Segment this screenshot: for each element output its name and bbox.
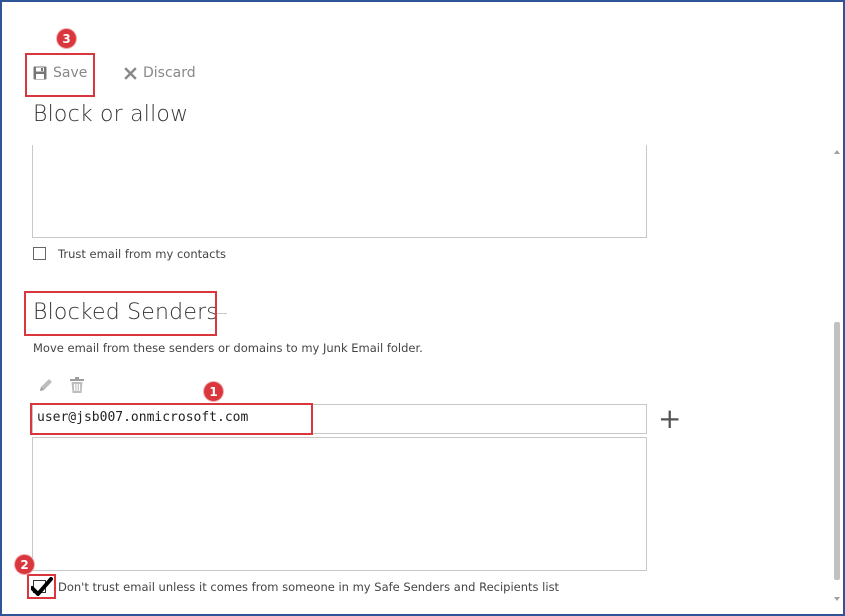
blocked-senders-list[interactable] — [32, 437, 647, 571]
add-blocked-sender-button[interactable]: + — [658, 404, 681, 434]
edit-button[interactable] — [38, 377, 54, 397]
plus-icon: + — [658, 402, 682, 435]
discard-button[interactable]: Discard — [124, 65, 196, 81]
dont-trust-label: Don't trust email unless it comes from s… — [58, 580, 560, 594]
pencil-icon — [40, 379, 52, 391]
blocked-sender-input-value: user@jsb007.onmicrosoft.com — [37, 410, 249, 425]
discard-label: Discard — [143, 65, 196, 81]
annotation-badge-1: 1 — [204, 382, 223, 401]
delete-button[interactable] — [70, 377, 84, 397]
save-label: Save — [53, 65, 88, 81]
save-button[interactable]: Save — [33, 65, 87, 81]
close-icon — [124, 66, 137, 80]
blocked-sender-input[interactable]: user@jsb007.onmicrosoft.com — [32, 404, 647, 434]
blocked-senders-heading: Blocked Senders — [33, 300, 218, 325]
blocked-senders-description: Move email from these senders or domains… — [33, 341, 423, 355]
dont-trust-checkbox[interactable] — [31, 577, 53, 596]
block-or-allow-heading: Block or allow — [33, 102, 189, 127]
scrollbar-thumb[interactable] — [834, 322, 840, 580]
save-icon — [33, 66, 47, 80]
checkmark-icon — [31, 577, 53, 596]
trust-contacts-checkbox[interactable] — [33, 247, 46, 260]
scrollbar-track[interactable] — [833, 145, 841, 585]
scroll-down-icon[interactable] — [834, 596, 840, 602]
safe-senders-list[interactable] — [32, 145, 647, 238]
annotation-badge-3: 3 — [57, 29, 76, 48]
trust-contacts-label: Trust email from my contacts — [58, 247, 226, 261]
heading-underline — [217, 313, 227, 314]
scroll-up-icon[interactable] — [834, 149, 840, 155]
annotation-badge-2: 2 — [15, 555, 34, 574]
trash-icon — [70, 377, 84, 393]
